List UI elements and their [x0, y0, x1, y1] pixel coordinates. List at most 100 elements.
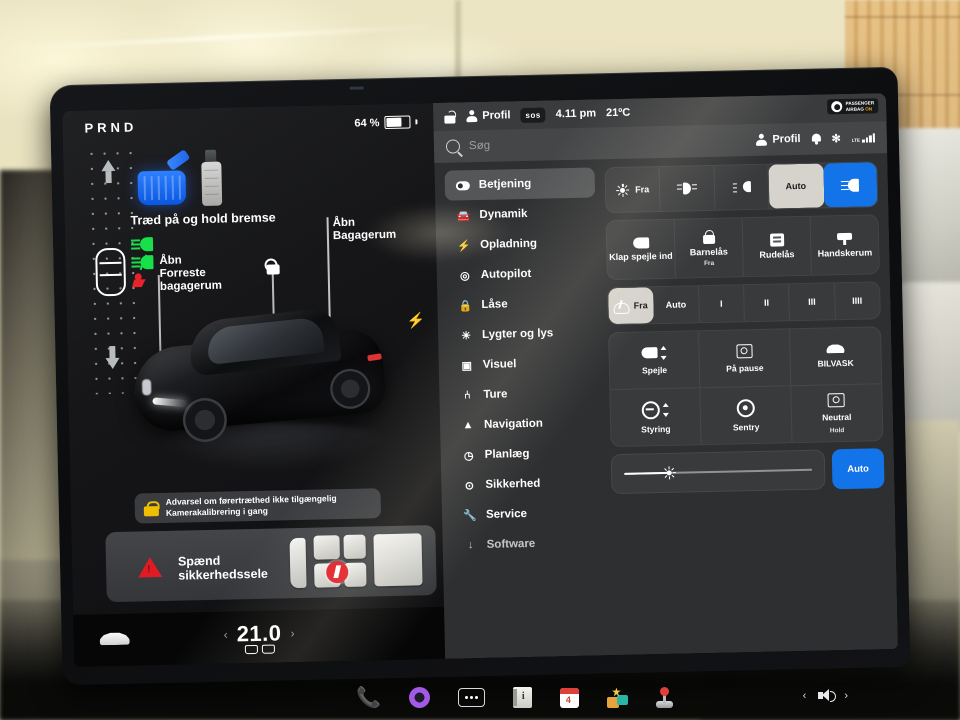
window-lock-icon: [769, 233, 784, 247]
search-input[interactable]: Søg: [469, 140, 490, 152]
quick-actions-row: Klap spejle ind Barnelås Fra Rudelås Han…: [605, 214, 880, 281]
driver-attention-card[interactable]: Advarsel om førertræthed ikke tilgængeli…: [134, 488, 382, 524]
more-icon[interactable]: [457, 688, 485, 707]
speaker-icon[interactable]: [818, 689, 837, 702]
parking-lights-icon: [732, 180, 751, 194]
wiper-icon: [613, 299, 630, 314]
neutral-tile-sub: Hold: [829, 426, 845, 434]
brightness-slider[interactable]: [610, 449, 826, 495]
car-wash-tile[interactable]: BILVASK: [789, 327, 882, 387]
seat-front-right: [343, 534, 366, 560]
airbag-line2: AIRBAG: [845, 106, 864, 112]
neutral-hold-tile[interactable]: Neutral Hold: [791, 384, 883, 442]
door-unlock-icon[interactable]: [263, 258, 280, 275]
sidebar-item-autopilot[interactable]: ◎ Autopilot: [446, 257, 597, 290]
sentry-mode-icon: [736, 398, 755, 417]
voice-assistant-icon[interactable]: [408, 687, 430, 708]
car-wash-icon: [826, 344, 844, 353]
sidebar-item-lygter-og-lys[interactable]: ☀ Lygter og lys: [448, 317, 599, 350]
camera-tile-label: På pause: [726, 362, 764, 374]
camera-calibration-icon: [143, 500, 160, 516]
wiper-speed-4-button[interactable]: IIII: [835, 282, 880, 319]
sidebar-item-visuel[interactable]: ▣ Visuel: [448, 347, 599, 380]
search-icon: [445, 139, 461, 154]
owners-manual-icon[interactable]: [512, 687, 532, 708]
wiper-off-button[interactable]: Fra: [608, 287, 655, 325]
gear-up-arrow-icon[interactable]: [101, 159, 116, 172]
seatbelt-warning-card[interactable]: Spænd sikkerhedssele: [105, 525, 437, 603]
wiper-auto-button[interactable]: Auto: [653, 286, 700, 324]
app-dock: 📞 ‹ ›: [56, 658, 904, 718]
sos-button[interactable]: sos: [520, 107, 546, 123]
dock-items: 📞: [356, 685, 673, 710]
parking-lights-button[interactable]: [714, 164, 770, 210]
steering-adjust-tile[interactable]: Styring: [610, 388, 702, 447]
seat-heater-indicators[interactable]: [244, 644, 275, 655]
wiper-speed-1-button[interactable]: I: [698, 285, 745, 323]
sidebar-item-laase[interactable]: 🔒 Låse: [447, 287, 598, 320]
arcade-icon[interactable]: [655, 687, 673, 708]
outside-temperature[interactable]: 21ºC: [606, 107, 630, 120]
app-store-icon[interactable]: [606, 687, 628, 708]
volume-down-button[interactable]: ‹: [803, 690, 807, 702]
child-lock-button[interactable]: Barnelås Fra: [674, 218, 744, 278]
clock[interactable]: 4.11 pm: [556, 107, 597, 120]
unlock-icon[interactable]: [443, 109, 457, 124]
sidebar-item-service[interactable]: 🔧 Service: [452, 497, 603, 530]
camera-pause-tile[interactable]: På pause: [699, 329, 791, 389]
fold-mirrors-button[interactable]: Klap spejle ind: [606, 219, 676, 280]
notifications-icon[interactable]: [811, 133, 821, 145]
wiper-speed-1-label: I: [719, 298, 723, 309]
temp-increase-button[interactable]: ›: [290, 626, 294, 640]
bluetooth-icon[interactable]: ✻: [831, 132, 840, 145]
sidebar-item-navigation[interactable]: ▲ Navigation: [450, 407, 601, 440]
fog-lights-button[interactable]: [659, 165, 716, 212]
gear-indicator: PRND: [84, 119, 138, 136]
volume-up-button[interactable]: ›: [844, 690, 848, 702]
sidebar-item-planlaeg[interactable]: ◷ Planlæg: [450, 437, 601, 470]
brightness-auto-button[interactable]: Auto: [831, 448, 885, 490]
temp-decrease-button[interactable]: ‹: [224, 628, 228, 642]
window-lock-button[interactable]: Rudelås: [742, 216, 812, 277]
battery-cap: [415, 119, 418, 125]
lights-auto-button[interactable]: Auto: [768, 163, 825, 209]
calendar-icon[interactable]: [559, 687, 579, 708]
car-render[interactable]: [114, 290, 400, 474]
temperature-control[interactable]: ‹ 21.0 ›: [223, 620, 295, 648]
child-lock-state: Fra: [703, 259, 715, 267]
mirrors-adjust-tile[interactable]: Spejle: [609, 331, 701, 391]
high-beam-button[interactable]: [823, 162, 878, 208]
sidebar-item-dynamik[interactable]: 🚘 Dynamik: [445, 197, 596, 230]
wiper-row: Fra Auto I II III IIII: [607, 281, 881, 326]
clock-icon: ◷: [463, 449, 474, 462]
profile-button[interactable]: Profil: [756, 133, 801, 146]
temperature-value[interactable]: 21.0: [236, 620, 281, 647]
sidebar-item-sikkerhed[interactable]: ⊙ Sikkerhed: [451, 467, 602, 500]
sentry-mode-tile[interactable]: Sentry: [700, 386, 793, 445]
glovebox-button[interactable]: Handskerum: [811, 215, 879, 274]
profile-status-item[interactable]: Profil: [466, 109, 511, 123]
trunk-callout-label[interactable]: Åbn Bagagerum: [333, 216, 397, 244]
lights-off-button[interactable]: Fra: [605, 167, 661, 213]
sidebar-item-opladning[interactable]: ⚡ Opladning: [446, 227, 597, 260]
charge-port-icon[interactable]: ⚡: [407, 311, 426, 329]
road-icon: ⑃: [463, 389, 471, 402]
glovebox-icon: [836, 232, 853, 245]
high-beam-icon: [841, 178, 860, 192]
wiper-speed-2-button[interactable]: II: [744, 284, 791, 322]
battery-status[interactable]: 64 %: [354, 115, 418, 129]
sidebar-label: Betjening: [478, 177, 532, 191]
profile-label: Profil: [482, 109, 511, 122]
sidebar-item-ture[interactable]: ⑃ Ture: [449, 377, 600, 410]
fog-light-icon: [131, 254, 154, 271]
brightness-knob-sun-icon[interactable]: [662, 466, 676, 480]
cellular-signal-icon[interactable]: LTE: [852, 132, 875, 142]
neutral-hold-icon: [827, 392, 846, 407]
sidebar-item-software[interactable]: ↓ Software: [452, 527, 603, 560]
wiper-speed-3-button[interactable]: III: [789, 283, 836, 321]
headlight-front: [141, 379, 152, 396]
phone-icon[interactable]: 📞: [356, 685, 381, 710]
car-status-icon[interactable]: [100, 632, 130, 646]
fold-mirrors-label: Klap spejle ind: [609, 250, 673, 263]
sidebar-item-betjening[interactable]: Betjening: [444, 167, 596, 201]
